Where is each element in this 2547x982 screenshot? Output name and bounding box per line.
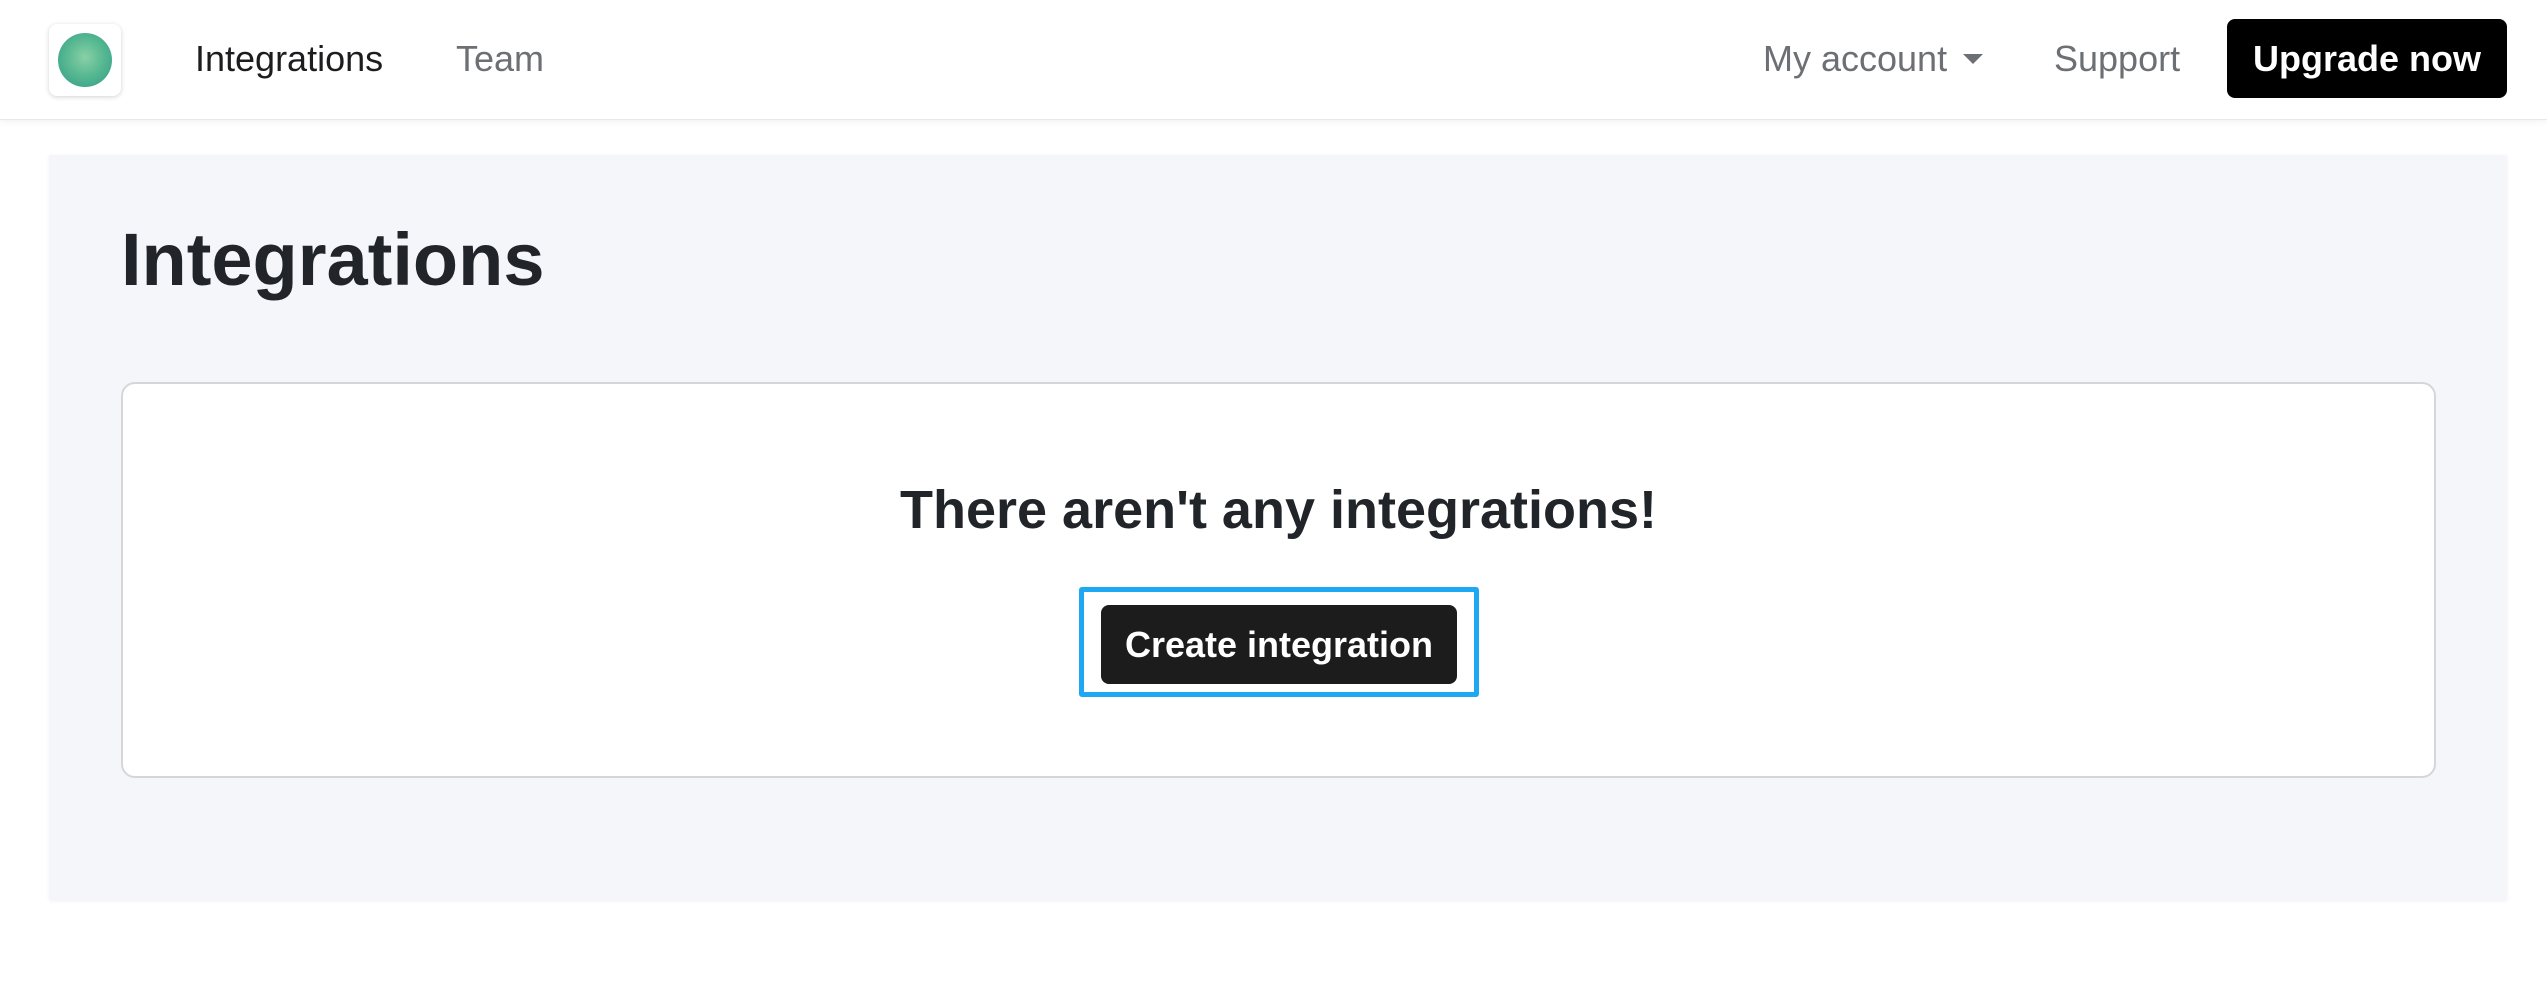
main-content: Integrations There aren't any integratio… bbox=[49, 155, 2507, 900]
empty-state-message: There aren't any integrations! bbox=[899, 480, 1657, 540]
green-circle-logo-icon bbox=[58, 33, 112, 87]
page-title: Integrations bbox=[121, 218, 545, 301]
top-navbar: Integrations Team My account Support Upg… bbox=[0, 0, 2547, 120]
nav-link-integrations[interactable]: Integrations bbox=[195, 34, 383, 84]
create-integration-button[interactable]: Create integration bbox=[1101, 605, 1457, 684]
button-focus-ring: Create integration bbox=[1079, 587, 1479, 697]
upgrade-now-button[interactable]: Upgrade now bbox=[2227, 19, 2507, 98]
app-logo[interactable] bbox=[49, 24, 121, 96]
caret-down-icon bbox=[1963, 54, 1984, 65]
my-account-dropdown[interactable]: My account bbox=[1763, 34, 1984, 84]
my-account-label: My account bbox=[1763, 38, 1948, 79]
empty-state-card: There aren't any integrations! Create in… bbox=[121, 382, 2436, 778]
nav-link-team[interactable]: Team bbox=[456, 34, 544, 84]
nav-link-support[interactable]: Support bbox=[2054, 34, 2180, 84]
